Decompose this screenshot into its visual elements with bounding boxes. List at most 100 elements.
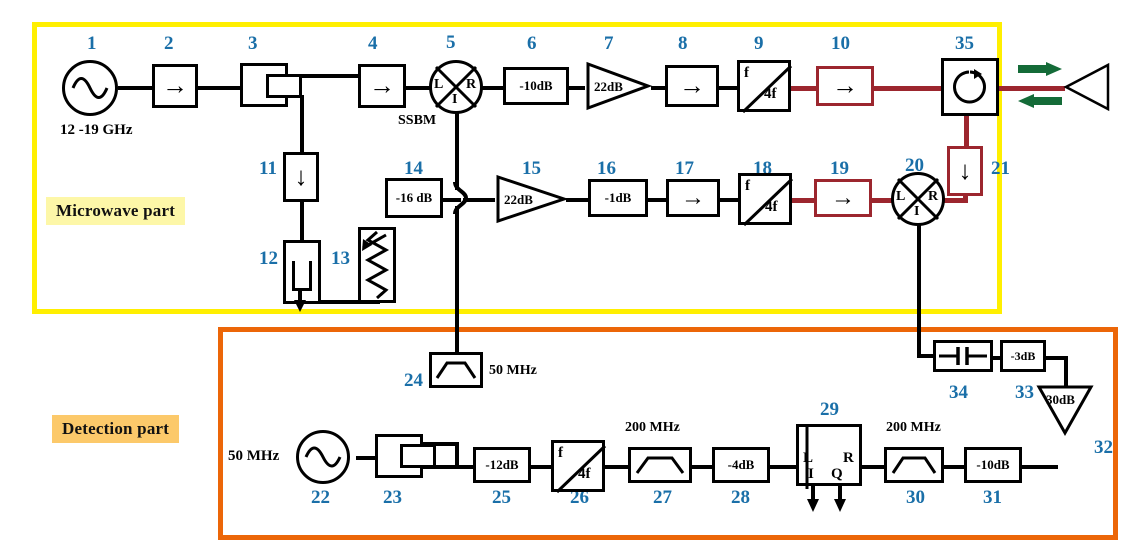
component-number-30: 30 bbox=[906, 487, 925, 508]
attenuator-16[interactable]: -1dB bbox=[588, 179, 648, 217]
component-number-7: 7 bbox=[604, 33, 614, 54]
terminator-12-inner bbox=[292, 261, 312, 291]
isolator-19[interactable]: → bbox=[814, 179, 872, 217]
wire-20I-down bbox=[917, 224, 921, 356]
multiplier-9-in: f bbox=[744, 65, 749, 81]
component-number-19: 19 bbox=[830, 158, 849, 179]
iq-mixer-29-port-L: L bbox=[803, 450, 814, 466]
multiplier-18-out: 4f bbox=[765, 199, 778, 215]
isolator-2[interactable]: → bbox=[152, 64, 198, 108]
source-22-frequency: 50 MHz bbox=[228, 448, 280, 464]
amplifier-7-gain: 22dB bbox=[594, 79, 623, 94]
component-number-31: 31 bbox=[983, 487, 1002, 508]
bandpass-filter-24[interactable] bbox=[429, 352, 483, 388]
bandpass-filter-27[interactable] bbox=[628, 447, 692, 483]
component-number-3: 3 bbox=[248, 33, 258, 54]
isolator-10[interactable]: → bbox=[816, 66, 874, 106]
attenuator-14[interactable]: -16 dB bbox=[385, 178, 443, 218]
circulator-35[interactable] bbox=[941, 58, 999, 116]
wire-35-to-21 bbox=[964, 116, 969, 148]
component-number-33: 33 bbox=[1015, 382, 1034, 403]
iq-mixer-29-port-Q: Q bbox=[831, 466, 843, 482]
isolator-21[interactable]: ↓ bbox=[947, 146, 983, 196]
isolator-11[interactable]: ↓ bbox=[283, 152, 319, 202]
wire-9-to-10 bbox=[791, 86, 816, 91]
amplifier-32-gain: 30dB bbox=[1046, 392, 1075, 407]
multiplier-26-out: 4f bbox=[578, 466, 591, 482]
wire-18-to-19 bbox=[792, 198, 814, 203]
isolator-4[interactable]: → bbox=[358, 64, 406, 108]
wire-29-to-30 bbox=[862, 465, 884, 469]
horn-antenna-icon bbox=[1063, 62, 1112, 112]
variable-attenuator-13[interactable] bbox=[358, 227, 396, 303]
diagram-canvas: Microwave part Detection part 1 12 -19 G… bbox=[0, 0, 1146, 550]
wire-16-to-17 bbox=[648, 198, 666, 202]
antenna-tx-arrow-icon bbox=[1018, 62, 1062, 76]
wire-6-to-7 bbox=[569, 86, 585, 90]
detection-part-label: Detection part bbox=[52, 415, 180, 443]
bandpass-filter-30[interactable] bbox=[884, 447, 944, 483]
wire-17-to-18 bbox=[720, 198, 738, 202]
component-number-6: 6 bbox=[527, 33, 537, 54]
attenuator-28[interactable]: -4dB bbox=[712, 447, 770, 483]
component-number-4: 4 bbox=[368, 33, 378, 54]
iq-output-i-arrow-icon bbox=[806, 486, 820, 512]
source-frequency-label-1: 12 -19 GHz bbox=[60, 122, 133, 138]
filter-24-frequency: 50 MHz bbox=[489, 363, 537, 378]
mixer-20-port-R: R bbox=[928, 189, 939, 204]
iq-output-q-arrow-icon bbox=[833, 486, 847, 512]
component-number-25: 25 bbox=[492, 487, 511, 508]
component-number-24: 24 bbox=[404, 370, 423, 391]
component-number-1: 1 bbox=[87, 33, 97, 54]
multiplier-26-in: f bbox=[558, 445, 563, 461]
component-number-27: 27 bbox=[653, 487, 672, 508]
mixer-20-port-L: L bbox=[896, 189, 906, 204]
attenuator-6[interactable]: -10dB bbox=[503, 67, 569, 105]
isolator-8[interactable]: → bbox=[665, 65, 719, 107]
wire-25-to-26 bbox=[531, 465, 551, 469]
component-number-28: 28 bbox=[731, 487, 750, 508]
component-number-9: 9 bbox=[754, 33, 764, 54]
component-number-17: 17 bbox=[675, 158, 694, 179]
terminator-12-arrow-icon bbox=[293, 290, 307, 312]
component-number-2: 2 bbox=[164, 33, 174, 54]
component-number-21: 21 bbox=[991, 158, 1010, 179]
component-number-34: 34 bbox=[949, 382, 968, 403]
component-number-29: 29 bbox=[820, 399, 839, 420]
component-number-32: 32 bbox=[1094, 437, 1113, 458]
attenuator-25[interactable]: -12dB bbox=[473, 447, 531, 483]
mixer-5-port-R: R bbox=[466, 77, 477, 92]
dc-block-34[interactable] bbox=[933, 340, 993, 372]
isolator-17[interactable]: → bbox=[666, 179, 720, 217]
component-number-10: 10 bbox=[831, 33, 850, 54]
multiplier-9-out: 4f bbox=[764, 86, 777, 102]
coupler-inner-3 bbox=[266, 74, 302, 98]
attenuator-31[interactable]: -10dB bbox=[964, 447, 1022, 483]
component-number-8: 8 bbox=[678, 33, 688, 54]
wire-11-to-12 bbox=[300, 200, 304, 244]
coupler-inner-23 bbox=[400, 444, 436, 468]
component-number-35: 35 bbox=[955, 33, 974, 54]
wire-2-to-3 bbox=[196, 86, 242, 90]
wire-30-to-31 bbox=[944, 465, 964, 469]
wire-27-to-28 bbox=[692, 465, 712, 469]
wire-5I-down-upper bbox=[455, 112, 459, 190]
wire-31-to-32 bbox=[1022, 465, 1058, 469]
wire-crossover-jump bbox=[446, 181, 469, 215]
filter-27-frequency: 200 MHz bbox=[625, 420, 680, 435]
filter-30-frequency: 200 MHz bbox=[886, 420, 941, 435]
wire-33-to-32-v bbox=[1064, 356, 1068, 386]
component-number-23: 23 bbox=[383, 487, 402, 508]
component-number-12: 12 bbox=[259, 248, 278, 269]
wire-15-to-16 bbox=[566, 198, 588, 202]
ssbm-label: SSBM bbox=[398, 113, 437, 128]
component-number-5: 5 bbox=[446, 32, 456, 53]
iq-mixer-29-port-R: R bbox=[843, 450, 854, 466]
wire-10-to-35 bbox=[874, 86, 941, 91]
multiplier-18-in: f bbox=[745, 178, 750, 194]
amplifier-15-gain: 22dB bbox=[504, 192, 533, 207]
attenuator-33[interactable]: -3dB bbox=[1000, 340, 1046, 372]
wire-5I-down-lower bbox=[455, 206, 459, 352]
iq-mixer-29-port-I: I bbox=[808, 466, 814, 482]
wire-26-to-27 bbox=[604, 465, 628, 469]
